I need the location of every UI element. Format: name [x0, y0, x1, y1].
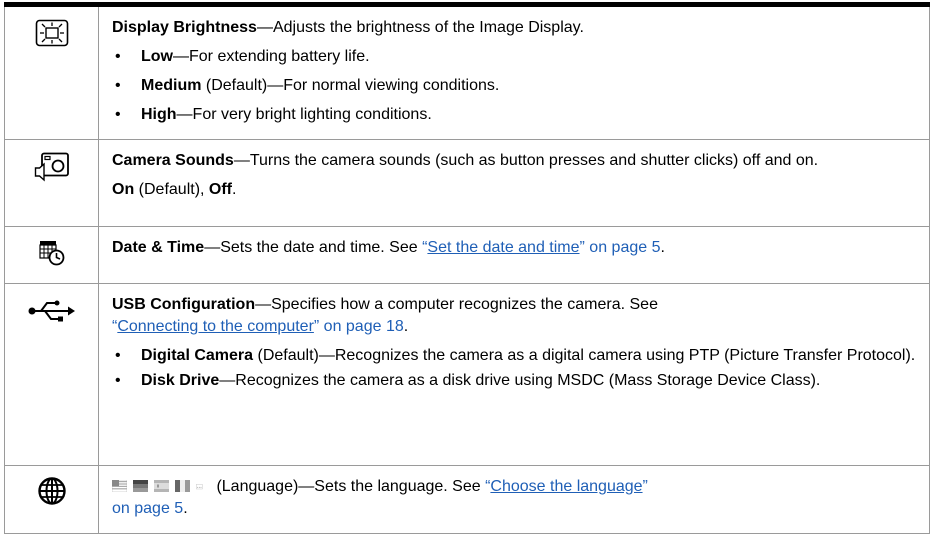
list-item: Disk Drive—Recognizes the camera as a di… — [112, 370, 919, 392]
table-row: (Language)—Sets the language. See “Choos… — [4, 465, 930, 534]
camera-sounds-icon — [34, 152, 69, 182]
row-heading: USB Configuration—Specifies how a comput… — [112, 296, 658, 335]
globe-icon — [37, 477, 66, 505]
french-flag-icon — [175, 480, 190, 492]
description-cell: USB Configuration—Specifies how a comput… — [98, 283, 930, 466]
setting-title: Date & Time — [112, 239, 205, 256]
more-languages-icon — [196, 484, 203, 490]
description-cell: Display Brightness—Adjusts the brightnes… — [98, 7, 930, 140]
language-flags — [112, 478, 216, 495]
option-values: On (Default), Off. — [112, 181, 237, 198]
icon-cell — [4, 139, 99, 227]
table-row: Date & Time—Sets the date and time. See … — [4, 226, 930, 284]
list-item: Medium (Default)—For normal viewing cond… — [112, 75, 919, 97]
link-set-date-time[interactable]: “Set the date and time” on page 5 — [422, 239, 660, 256]
table-row: Camera Sounds—Turns the camera sounds (s… — [4, 139, 930, 227]
description-cell: Date & Time—Sets the date and time. See … — [98, 226, 930, 284]
list-item: Digital Camera (Default)—Recognizes the … — [112, 345, 919, 367]
settings-table: Display Brightness—Adjusts the brightnes… — [4, 7, 930, 534]
us-flag-icon — [112, 480, 127, 492]
setting-title: Display Brightness — [112, 19, 257, 36]
icon-cell — [4, 226, 99, 284]
list-item: High—For very bright lighting conditions… — [112, 104, 919, 126]
display-brightness-icon — [35, 19, 68, 47]
row-heading: Date & Time—Sets the date and time. See … — [112, 239, 665, 256]
german-flag-icon — [133, 480, 148, 492]
description-cell: Camera Sounds—Turns the camera sounds (s… — [98, 139, 930, 227]
row-heading: Camera Sounds—Turns the camera sounds (s… — [112, 152, 819, 169]
icon-cell — [4, 283, 99, 466]
date-time-icon — [38, 241, 64, 266]
description-cell: (Language)—Sets the language. See “Choos… — [98, 465, 930, 534]
usb-icon — [28, 300, 75, 322]
setting-title: USB Configuration — [112, 296, 256, 313]
setting-title: Camera Sounds — [112, 152, 234, 169]
option-list: Digital Camera (Default)—Recognizes the … — [112, 345, 919, 392]
list-item: Low—For extending battery life. — [112, 46, 919, 68]
row-heading: (Language)—Sets the language. See “Choos… — [112, 478, 648, 517]
option-list: Low—For extending battery life. Medium (… — [112, 46, 919, 126]
row-heading: Display Brightness—Adjusts the brightnes… — [112, 19, 584, 36]
table-row: USB Configuration—Specifies how a comput… — [4, 283, 930, 466]
table-row: Display Brightness—Adjusts the brightnes… — [4, 7, 930, 140]
icon-cell — [4, 7, 99, 140]
link-connecting-computer[interactable]: “Connecting to the computer” on page 18 — [112, 318, 404, 335]
icon-cell — [4, 465, 99, 534]
spanish-flag-icon — [154, 480, 169, 492]
